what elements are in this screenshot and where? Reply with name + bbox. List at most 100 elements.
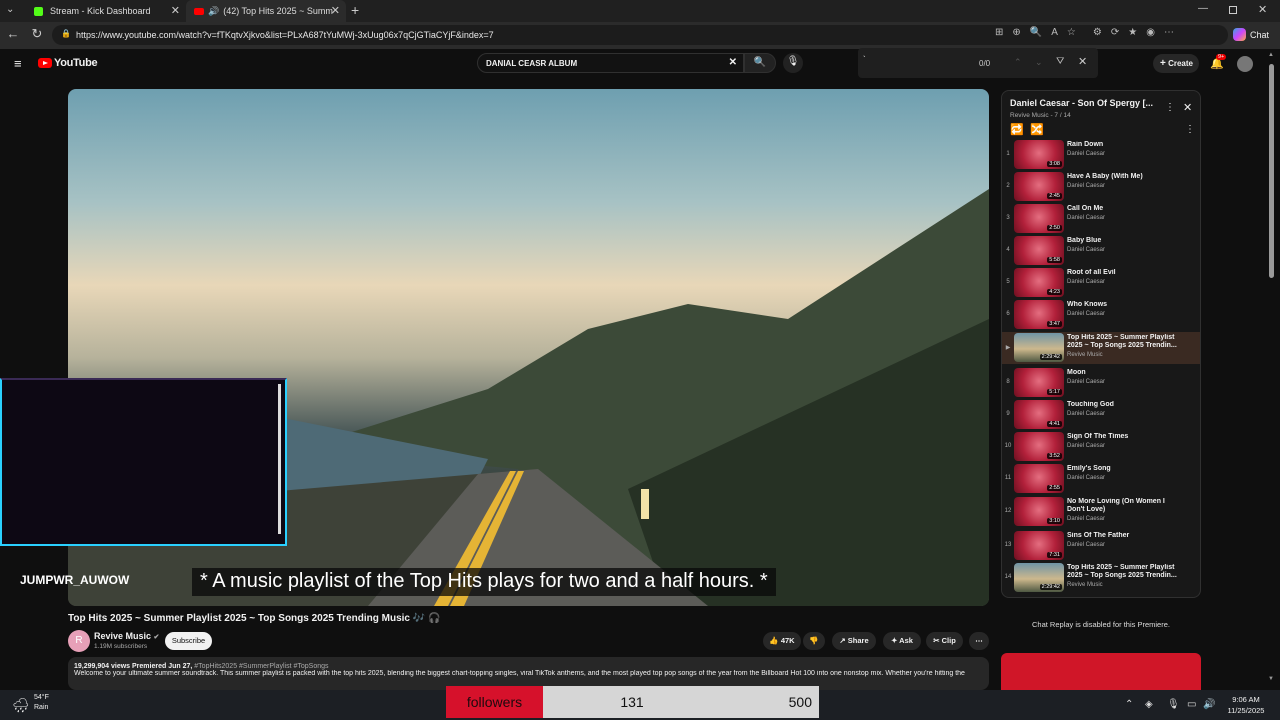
voice-search-button[interactable]: 🎙 [783, 53, 803, 73]
playlist-item[interactable]: 5 4:23 Root of all Evil Daniel Caesar [1002, 267, 1200, 299]
mic-tray-icon[interactable]: 🎙 [1167, 699, 1180, 710]
playlist-item-artist: Daniel Caesar [1067, 411, 1106, 417]
playlist-item-title: Sign Of The Times [1067, 433, 1129, 440]
youtube-logo[interactable]: YouTube [38, 57, 98, 69]
like-button[interactable]: 👍 47K [763, 632, 801, 650]
playlist-item[interactable]: 10 3:52 Sign Of The Times Daniel Caesar [1002, 431, 1200, 463]
close-find-icon[interactable]: ✕ [1078, 55, 1087, 68]
close-window-icon[interactable]: ✕ [1258, 3, 1267, 16]
tray-chevron-icon[interactable]: ⌃ [1125, 699, 1133, 710]
display-icon[interactable]: ▭ [1187, 699, 1196, 710]
playlist-item-artist: Revive Music [1067, 582, 1103, 588]
tab-youtube[interactable]: 🔊 (42) Top Hits 2025 ~ Summe ✕ [186, 0, 346, 22]
playlist-item[interactable]: 14 2:29:42 Top Hits 2025 ~ Summer Playlist… [1002, 562, 1200, 594]
find-up-icon[interactable]: ⌃ [1014, 57, 1022, 68]
playlist-item-duration: 2:45 [1047, 193, 1062, 199]
playlist-menu-icon[interactable]: ⋮ [1165, 102, 1175, 113]
new-tab-icon[interactable]: + [351, 2, 359, 18]
playlist-item[interactable]: 9 4:41 Touching God Daniel Caesar [1002, 399, 1200, 431]
page-scrollbar[interactable] [1269, 64, 1274, 278]
find-down-icon[interactable]: ⌄ [1035, 57, 1043, 68]
weather-icon[interactable]: 🌧 [12, 697, 30, 714]
translate-icon[interactable]: ⊕ [1012, 27, 1020, 38]
user-avatar[interactable] [1237, 56, 1253, 72]
playlist-item-text: Baby Blue Daniel Caesar [1067, 237, 1182, 253]
playlist-item-thumbnail: 3:47 [1014, 300, 1064, 329]
back-icon[interactable]: ← [4, 26, 22, 41]
ask-button[interactable]: ✦ Ask [883, 632, 921, 650]
scroll-up-icon[interactable]: ▲ [1268, 52, 1274, 58]
playlist-item-text: Top Hits 2025 ~ Summer Playlist 2025 ~ T… [1067, 334, 1182, 358]
chat-label: Chat [1250, 29, 1270, 40]
playlist-item-title: Rain Down [1067, 141, 1104, 148]
zoom-icon[interactable]: 🔍 [1030, 27, 1042, 38]
share-button[interactable]: ↗ Share [832, 632, 876, 650]
clock-time: 9:06 AM [1232, 695, 1260, 704]
filter-icon[interactable]: ⛛ [1056, 56, 1064, 67]
playlist-item-artist: Daniel Caesar [1067, 215, 1106, 221]
restore-icon[interactable] [1229, 6, 1237, 14]
notifications-button[interactable]: 🔔 9+ [1210, 54, 1227, 70]
close-tab-icon[interactable]: ✕ [171, 4, 180, 17]
playlist-item[interactable]: 3 2:50 Call On Me Daniel Caesar [1002, 203, 1200, 235]
extensions-icon[interactable]: ⚙ [1093, 27, 1102, 38]
playlist-item[interactable]: 13 7:31 Sins Of The Father Daniel Caesar [1002, 530, 1200, 562]
playlist-item[interactable]: ▶ 2:29:42 Top Hits 2025 ~ Summer Playlist … [1002, 332, 1200, 364]
shuffle-icon[interactable]: 🔀 [1030, 123, 1044, 136]
minimize-icon[interactable]: — [1198, 3, 1208, 14]
clip-button[interactable]: ✂ Clip [926, 632, 963, 650]
playlist-item-title: Touching God [1067, 401, 1114, 408]
tab-kick-dashboard[interactable]: Stream - Kick Dashboard ✕ [26, 0, 186, 22]
playlist-item[interactable]: 6 3:47 Who Knows Daniel Caesar [1002, 299, 1200, 331]
playlist-item-thumbnail: 2:55 [1014, 464, 1064, 493]
sparkle-icon: ✦ [891, 636, 898, 645]
playlist-item[interactable]: 12 3:10 No More Loving (On Women I Don't L… [1002, 496, 1200, 528]
find-input[interactable]: ` [863, 55, 866, 64]
more-actions-button[interactable]: ⋯ [969, 632, 989, 650]
refresh-icon[interactable]: ↻ [28, 26, 46, 42]
close-tab-icon[interactable]: ✕ [331, 4, 340, 17]
sync-icon[interactable]: ⟳ [1111, 27, 1119, 38]
playlist-item[interactable]: 1 3:08 Rain Down Daniel Caesar [1002, 139, 1200, 171]
playlist-item-thumbnail: 2:50 [1014, 204, 1064, 233]
app-icon[interactable]: ⊞ [995, 27, 1003, 38]
loop-icon[interactable]: 🔁 [1010, 123, 1024, 136]
playlist-item[interactable]: 11 2:55 Emily's Song Daniel Caesar [1002, 463, 1200, 495]
playlist-item[interactable]: 4 5:58 Baby Blue Daniel Caesar [1002, 235, 1200, 267]
more-menu-icon[interactable]: ⋯ [1164, 27, 1174, 38]
clear-search-icon[interactable]: ✕ [729, 57, 737, 68]
favorite-star-icon[interactable]: ☆ [1067, 27, 1076, 38]
playlist-item-number: 12 [1004, 508, 1012, 514]
channel-avatar[interactable]: R [68, 630, 90, 652]
playlist-item[interactable]: 8 5:17 Moon Daniel Caesar [1002, 367, 1200, 399]
video-title: Top Hits 2025 ~ Summer Playlist 2025 ~ T… [68, 613, 441, 624]
security-icon[interactable]: ◈ [1145, 699, 1153, 710]
playlist-item-title: Root of all Evil [1067, 269, 1116, 276]
ad-banner[interactable] [1001, 653, 1201, 690]
read-aloud-icon[interactable]: A [1051, 27, 1058, 38]
search-input[interactable]: DANIAL CEASR ALBUM ✕ [477, 53, 744, 73]
playlist-title[interactable]: Daniel Caesar - Son Of Spergy [... [1010, 98, 1160, 108]
tab-list-chevron-icon[interactable]: ⌄ [6, 4, 14, 15]
channel-name[interactable]: Revive Music ✔ [94, 631, 159, 641]
hamburger-menu-icon[interactable]: ≡ [14, 56, 22, 71]
hashtags[interactable]: #TopHits2025 #SummerPlaylist #TopSongs [194, 663, 328, 670]
volume-icon[interactable]: 🔊 [1203, 699, 1215, 710]
favorites-icon[interactable]: ★ [1128, 27, 1137, 38]
scroll-down-icon[interactable]: ▼ [1268, 676, 1274, 682]
profile-icon[interactable]: ◉ [1146, 27, 1155, 38]
chat-button[interactable]: Chat [1233, 28, 1269, 41]
dislike-button[interactable]: 👎 [803, 632, 825, 650]
search-button[interactable]: 🔍 [744, 53, 776, 73]
speaker-icon[interactable]: 🔊 [208, 6, 219, 17]
weather-widget[interactable]: 54°F Rain [34, 693, 49, 713]
subscribe-button[interactable]: Subscribe [165, 632, 212, 650]
system-clock[interactable]: 9:06 AM 11/25/2025 [1218, 694, 1274, 716]
playlist-item[interactable]: 2 2:45 Have A Baby (With Me) Daniel Caesar [1002, 171, 1200, 203]
playlist-options-icon[interactable]: ⋮ [1185, 124, 1195, 135]
youtube-play-icon [38, 58, 52, 68]
followers-goal: 500 [788, 694, 812, 710]
browser-tab-bar: ⌄ Stream - Kick Dashboard ✕ 🔊 (42) Top H… [0, 0, 1280, 22]
create-button[interactable]: + Create [1153, 54, 1199, 73]
close-playlist-icon[interactable]: ✕ [1183, 101, 1192, 114]
